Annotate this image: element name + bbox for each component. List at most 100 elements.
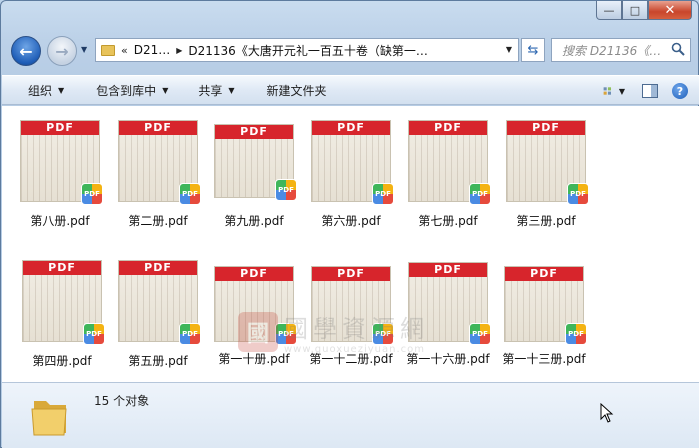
organize-label: 组织 xyxy=(28,83,53,98)
caption-buttons: — □ ✕ xyxy=(596,1,692,20)
file-item[interactable]: PDF PDF 第四册.pdf xyxy=(14,252,110,380)
pdf-app-icon: PDF xyxy=(179,183,201,205)
pdf-app-icon: PDF xyxy=(179,323,201,345)
pdf-band: PDF xyxy=(507,121,585,135)
file-item[interactable]: PDF PDF 第三册.pdf xyxy=(498,112,594,240)
file-item[interactable]: PDF PDF 第七册.pdf xyxy=(400,112,496,240)
explorer-window: — □ ✕ ← → ▼ « D21… ▶ D21136《大唐开元礼一百五十卷（缺… xyxy=(0,0,699,448)
toolbar-right-group: ▼ ? xyxy=(595,80,691,102)
chevron-down-icon: ▼ xyxy=(228,85,235,95)
minimize-button[interactable]: — xyxy=(596,1,622,20)
back-arrow-icon: ← xyxy=(19,41,33,61)
navigation-bar: ← → ▼ « D21… ▶ D21136《大唐开元礼一百五十卷（缺第一… ▼ … xyxy=(1,31,699,71)
pdf-band: PDF xyxy=(409,121,487,135)
file-name: 第四册.pdf xyxy=(32,354,92,368)
include-library-menu[interactable]: 包含到库中 ▼ xyxy=(78,82,182,99)
pdf-band: PDF xyxy=(21,121,99,135)
file-item[interactable]: PDF PDF 第一十三册.pdf xyxy=(496,258,592,386)
watermark-url: www.guoxueziyuan.com xyxy=(284,344,425,355)
pdf-thumbnail: PDF PDF xyxy=(214,124,297,201)
preview-pane-icon xyxy=(642,84,658,98)
file-name: 第七册.pdf xyxy=(418,214,478,228)
file-list-view: PDF PDF 第八册.pdf PDF PDF 第二册.pdf PDF PDF … xyxy=(2,106,699,382)
pdf-app-icon: PDF xyxy=(469,183,491,205)
pdf-band: PDF xyxy=(505,267,583,281)
include-library-label: 包含到库中 xyxy=(96,83,157,98)
pdf-thumbnail: PDF PDF xyxy=(118,260,201,345)
search-box[interactable]: 搜索 D21136《… xyxy=(551,38,691,62)
pdf-band: PDF xyxy=(312,121,390,135)
pdf-band: PDF xyxy=(409,263,487,277)
file-item[interactable]: PDF PDF 第六册.pdf xyxy=(303,112,399,240)
search-icon xyxy=(671,42,685,56)
watermark-title: 國學資源網 xyxy=(284,315,429,343)
file-item[interactable]: PDF PDF 第五册.pdf xyxy=(110,252,206,380)
pdf-thumbnail: PDF PDF xyxy=(504,266,587,345)
file-name: 第六册.pdf xyxy=(321,214,381,228)
mouse-cursor-icon xyxy=(600,403,614,423)
pdf-band: PDF xyxy=(23,261,101,275)
share-menu[interactable]: 共享 ▼ xyxy=(182,82,248,99)
watermark-text: 國學資源網 www.guoxueziyuan.com xyxy=(284,309,429,355)
command-bar: 组织 ▼ 包含到库中 ▼ 共享 ▼ 新建文件夹 ▼ ? xyxy=(2,75,699,105)
address-bar[interactable]: « D21… ▶ D21136《大唐开元礼一百五十卷（缺第一… ▼ xyxy=(95,38,519,62)
details-pane: 15 个对象 xyxy=(2,382,699,448)
file-item[interactable]: PDF PDF 第二册.pdf xyxy=(110,112,206,240)
forward-button[interactable]: → xyxy=(47,36,77,66)
new-folder-button[interactable]: 新建文件夹 xyxy=(249,82,341,99)
back-button[interactable]: ← xyxy=(11,36,41,66)
chevron-down-icon: ▼ xyxy=(58,85,65,95)
chevron-down-icon: ▼ xyxy=(162,85,169,95)
pdf-app-icon: PDF xyxy=(83,323,105,345)
search-input[interactable]: 搜索 D21136《… xyxy=(562,42,670,59)
help-icon: ? xyxy=(672,83,688,99)
forward-arrow-icon: → xyxy=(55,41,69,61)
pdf-band: PDF xyxy=(215,267,293,281)
file-name: 第五册.pdf xyxy=(128,354,188,368)
pdf-band: PDF xyxy=(215,125,293,139)
pdf-thumbnail: PDF PDF xyxy=(311,120,394,205)
pdf-app-icon: PDF xyxy=(372,183,394,205)
breadcrumb-item[interactable]: D21… xyxy=(134,43,171,57)
pdf-band: PDF xyxy=(312,267,390,281)
breadcrumb-item-current[interactable]: D21136《大唐开元礼一百五十卷（缺第一… xyxy=(188,42,427,59)
watermark: 國 國學資源網 www.guoxueziyuan.com xyxy=(238,309,429,355)
pdf-app-icon: PDF xyxy=(275,179,297,201)
recent-pages-dropdown-icon[interactable]: ▼ xyxy=(81,45,87,54)
organize-menu[interactable]: 组织 ▼ xyxy=(2,82,78,99)
item-count: 15 个对象 xyxy=(94,394,150,408)
share-label: 共享 xyxy=(198,83,223,98)
folder-icon xyxy=(101,44,115,56)
chevron-down-icon: ▼ xyxy=(618,86,625,96)
preview-pane-button[interactable] xyxy=(639,80,661,102)
view-options-button[interactable]: ▼ xyxy=(603,80,625,102)
pdf-app-icon: PDF xyxy=(469,323,491,345)
pdf-thumbnail: PDF PDF xyxy=(408,120,491,205)
file-name: 第九册.pdf xyxy=(224,214,284,228)
refresh-button[interactable]: ⇆ xyxy=(521,38,545,62)
view-grid-icon xyxy=(603,87,611,95)
pdf-thumbnail: PDF PDF xyxy=(22,260,105,345)
pdf-app-icon: PDF xyxy=(565,323,587,345)
file-name: 第一十三册.pdf xyxy=(502,352,586,366)
file-item[interactable]: PDF PDF 第九册.pdf xyxy=(206,116,302,244)
file-item[interactable]: PDF PDF 第八册.pdf xyxy=(12,112,108,240)
pdf-band: PDF xyxy=(119,121,197,135)
file-name: 第二册.pdf xyxy=(128,214,188,228)
help-button[interactable]: ? xyxy=(669,80,691,102)
new-folder-label: 新建文件夹 xyxy=(266,83,327,98)
pdf-app-icon: PDF xyxy=(81,183,103,205)
file-name: 第八册.pdf xyxy=(30,214,90,228)
pdf-thumbnail: PDF PDF xyxy=(118,120,201,205)
pdf-band: PDF xyxy=(119,261,197,275)
folder-icon xyxy=(31,401,67,436)
overflow-chevron-icon[interactable]: « xyxy=(121,44,128,57)
maximize-button[interactable]: □ xyxy=(622,1,648,20)
watermark-seal: 國 xyxy=(238,312,278,352)
pdf-thumbnail: PDF PDF xyxy=(20,120,103,205)
address-dropdown-icon[interactable]: ▼ xyxy=(506,45,512,54)
pdf-app-icon: PDF xyxy=(567,183,589,205)
close-button[interactable]: ✕ xyxy=(648,1,692,20)
breadcrumb-separator-icon[interactable]: ▶ xyxy=(176,46,182,55)
refresh-icon: ⇆ xyxy=(527,42,539,58)
